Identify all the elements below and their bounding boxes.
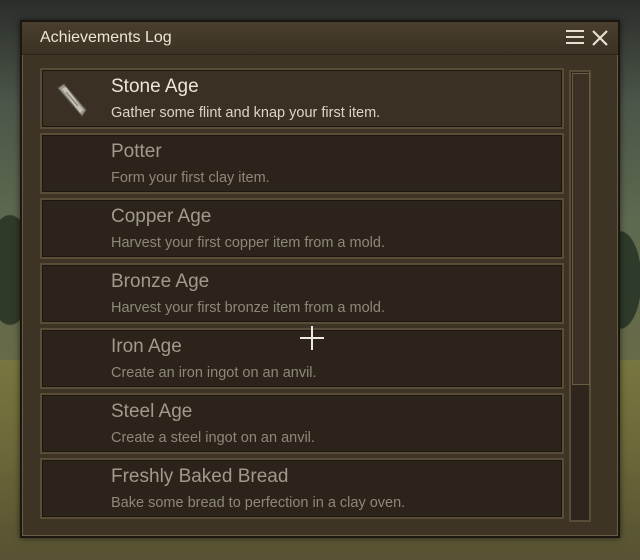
achievements-scrollbar[interactable] — [569, 70, 591, 522]
flint-knife-icon — [52, 80, 92, 120]
achievement-name: Iron Age — [111, 336, 182, 357]
achievement-name: Bronze Age — [111, 271, 210, 292]
achievement-copper-age[interactable]: Copper Age Harvest your first copper ite… — [40, 198, 564, 259]
achievement-description: Bake some bread to perfection in a clay … — [111, 495, 406, 511]
window-titlebar[interactable]: Achievements Log — [22, 22, 618, 55]
achievement-name: Copper Age — [111, 206, 212, 227]
achievement-description: Gather some flint and knap your first it… — [111, 105, 381, 121]
achievement-description: Harvest your first copper item from a mo… — [111, 235, 385, 251]
crosshair-cursor-icon — [300, 326, 324, 350]
achievement-name: Freshly Baked Bread — [111, 466, 289, 487]
close-icon[interactable] — [590, 28, 610, 48]
achievement-name: Steel Age — [111, 401, 193, 422]
achievements-list: Stone Age Gather some flint and knap you… — [40, 68, 564, 522]
achievement-freshly-baked-bread[interactable]: Freshly Baked Bread Bake some bread to p… — [40, 458, 564, 519]
achievement-bronze-age[interactable]: Bronze Age Harvest your first bronze ite… — [40, 263, 564, 324]
achievement-description: Create an iron ingot on an anvil. — [111, 365, 317, 381]
scrollbar-thumb[interactable] — [572, 73, 590, 385]
window-title: Achievements Log — [40, 29, 172, 46]
achievement-steel-age[interactable]: Steel Age Create a steel ingot on an anv… — [40, 393, 564, 454]
achievement-description: Harvest your first bronze item from a mo… — [111, 300, 385, 316]
achievement-stone-age[interactable]: Stone Age Gather some flint and knap you… — [40, 68, 564, 129]
achievement-name: Stone Age — [111, 76, 199, 97]
achievement-description: Create a steel ingot on an anvil. — [111, 430, 315, 446]
achievement-name: Potter — [111, 141, 162, 162]
achievement-potter[interactable]: Potter Form your first clay item. — [40, 133, 564, 194]
hamburger-menu-icon[interactable] — [566, 29, 584, 45]
achievements-window: Achievements Log Stone Age Gather some f… — [20, 20, 620, 538]
achievement-description: Form your first clay item. — [111, 170, 270, 186]
